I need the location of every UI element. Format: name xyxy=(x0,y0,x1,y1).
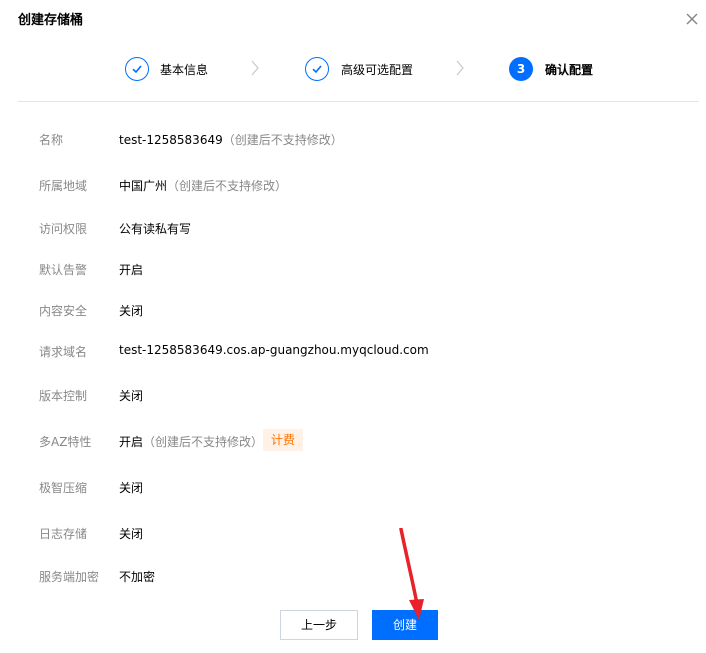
versioning-value: 关闭 xyxy=(119,389,144,403)
compression-label: 极智压缩 xyxy=(39,481,88,495)
multi-az-label: 多AZ特性 xyxy=(39,435,92,449)
logging-label: 日志存储 xyxy=(39,527,88,541)
domain-label: 请求域名 xyxy=(39,345,88,359)
step-2-label: 高级可选配置 xyxy=(341,63,414,77)
logging-value: 关闭 xyxy=(119,527,144,541)
encryption-label: 服务端加密 xyxy=(39,570,100,584)
content-security-label: 内容安全 xyxy=(39,304,88,318)
access-label: 访问权限 xyxy=(39,222,88,236)
step-3-label: 确认配置 xyxy=(545,63,594,77)
step-chevron-icon xyxy=(456,60,464,76)
multi-az-text: 开启 xyxy=(119,435,144,449)
region-value: 中国广州（创建后不支持修改） xyxy=(119,177,287,194)
prev-step-button[interactable]: 上一步 xyxy=(280,610,358,640)
step-chevron-icon xyxy=(251,60,259,76)
domain-value: test-1258583649.cos.ap-guangzhou.myqclou… xyxy=(119,343,429,357)
versioning-label: 版本控制 xyxy=(39,389,88,403)
alarm-value: 开启 xyxy=(119,263,144,277)
region-note: （创建后不支持修改） xyxy=(167,179,288,193)
name-note: （创建后不支持修改） xyxy=(222,133,343,147)
name-label: 名称 xyxy=(39,133,64,147)
access-value: 公有读私有写 xyxy=(119,222,192,236)
compression-value: 关闭 xyxy=(119,481,144,495)
region-label: 所属地域 xyxy=(39,179,88,193)
multi-az-note: （创建后不支持修改） xyxy=(143,435,264,449)
encryption-value: 不加密 xyxy=(119,570,156,584)
step-1-label: 基本信息 xyxy=(160,63,209,77)
multi-az-value: 开启（创建后不支持修改） xyxy=(119,433,263,450)
step-1-check-icon xyxy=(125,57,149,81)
annotation-arrow-icon xyxy=(399,528,424,620)
dialog-title: 创建存储桶 xyxy=(18,13,84,28)
name-value: test-1258583649（创建后不支持修改） xyxy=(119,131,343,148)
alarm-label: 默认告警 xyxy=(39,263,88,277)
billing-badge: 计费 xyxy=(263,429,304,451)
step-2-check-icon xyxy=(305,57,329,81)
step-3-number: 3 xyxy=(509,57,533,81)
content-security-value: 关闭 xyxy=(119,304,144,318)
create-button[interactable]: 创建 xyxy=(372,610,438,640)
header-divider xyxy=(18,101,699,102)
name-text: test-1258583649 xyxy=(119,133,223,147)
close-icon[interactable] xyxy=(684,11,700,27)
region-text: 中国广州 xyxy=(119,179,168,193)
